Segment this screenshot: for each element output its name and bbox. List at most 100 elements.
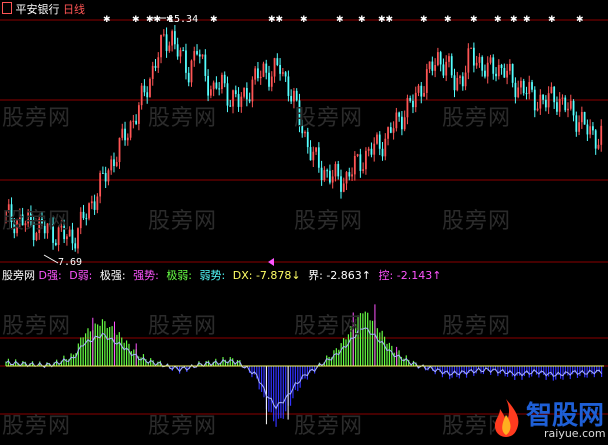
candle-body [82, 211, 85, 219]
watermark: 股旁网 [148, 209, 218, 234]
candle-body [132, 120, 135, 122]
candle-body [533, 89, 536, 111]
candle-body [126, 137, 129, 141]
signal-marker: ✱ [132, 15, 140, 25]
candle-body [497, 64, 500, 77]
watermark: 股旁网 [442, 314, 512, 339]
candle-body [209, 89, 212, 96]
candle-body [137, 105, 140, 124]
signal-marker: ✱ [470, 15, 478, 25]
candle-body [373, 143, 376, 155]
signal-marker: ✱ [444, 15, 452, 25]
candle-body [281, 72, 284, 74]
indicator-name: 股旁网 [2, 269, 35, 282]
candle-body [79, 211, 82, 229]
candle-body [262, 63, 265, 77]
candle-body [342, 183, 345, 192]
candle-body [567, 108, 569, 111]
candle-body [96, 196, 99, 210]
candle-body [226, 83, 229, 106]
signal-marker: ✱ [336, 15, 344, 25]
legend-extreme-strong: 极强: [99, 269, 126, 282]
candle-body [245, 88, 248, 100]
candle-body [597, 144, 600, 149]
candle-body [212, 82, 215, 90]
candle-body [378, 134, 381, 149]
candle-body [459, 76, 461, 78]
candle-body [583, 111, 586, 125]
candle-body [600, 125, 603, 145]
candle-body [196, 51, 198, 55]
candle-body [561, 97, 564, 99]
candle-body [445, 61, 448, 76]
candle-body [149, 78, 151, 98]
candle-body [182, 50, 185, 52]
candle-body [384, 138, 387, 157]
site-logo: 智股网 raiyue.com [484, 393, 606, 443]
watermark: 股旁网 [2, 414, 72, 439]
candle-body [362, 169, 365, 171]
candle-body [492, 57, 495, 74]
candle-body [257, 68, 259, 79]
legend-strong: 强势: [133, 269, 159, 282]
candle-body [550, 86, 553, 94]
candle-body [578, 122, 580, 132]
candle-body [464, 72, 467, 87]
candle-body [398, 112, 401, 117]
signal-marker: ✱ [358, 15, 366, 25]
indicator-legend: 股旁网 D强: D弱: 极强: 强势: 极弱: 弱势: DX: -7.878↓ … [2, 267, 441, 283]
candle-body [467, 48, 470, 73]
candle-body [176, 44, 179, 57]
candle-body [276, 58, 279, 65]
candle-body [201, 54, 204, 57]
signal-marker: ✱ [510, 15, 518, 25]
candle-body [409, 97, 412, 101]
signal-marker: ✱ [548, 15, 556, 25]
candle-body [420, 85, 423, 97]
candle-body [135, 120, 138, 124]
candle-body [168, 45, 171, 51]
candle-body [113, 159, 115, 167]
candle-body [528, 82, 531, 94]
candle-body [290, 95, 293, 102]
candle-body [326, 170, 329, 172]
candle-body [232, 90, 234, 107]
signal-marker: ✱✱ [378, 15, 393, 25]
candle-body [450, 56, 453, 76]
candle-body [124, 128, 126, 141]
legend-control: 控: -2.143↑ [378, 269, 442, 282]
candle-body [376, 134, 378, 144]
watermark: 股旁网 [2, 314, 72, 339]
candle-body [171, 31, 174, 46]
candle-body [306, 131, 309, 148]
signal-marker: ✱ [576, 15, 584, 25]
candle-body [334, 164, 337, 177]
candle-body [511, 63, 514, 83]
candle-body [237, 94, 240, 107]
candle-body [572, 100, 575, 116]
signal-marker: ✱ [103, 15, 111, 25]
logo-url: raiyue.com [544, 427, 606, 440]
candle-body [85, 218, 88, 220]
flame-icon [494, 399, 519, 437]
candle-body [223, 74, 226, 84]
watermark: 股旁网 [294, 314, 364, 339]
signal-marker: ✱ [494, 15, 502, 25]
candle-body [179, 50, 182, 57]
candle-body [204, 54, 207, 76]
candle-body [456, 77, 459, 91]
candle-body [268, 72, 270, 87]
candle-body [569, 100, 572, 109]
legend-dx: DX: -7.878↓ [232, 269, 301, 282]
candle-body [279, 64, 281, 74]
period-label: 日线 [63, 3, 85, 16]
candle-body [365, 150, 367, 170]
signal-marker: ✱ [210, 15, 218, 25]
candle-body [273, 58, 276, 77]
candle-body [185, 50, 187, 73]
candle-body [400, 116, 403, 130]
candle-body [348, 172, 351, 177]
watermark: 股旁网 [442, 106, 512, 131]
candle-body [478, 57, 481, 63]
cursor-marker [268, 258, 274, 266]
